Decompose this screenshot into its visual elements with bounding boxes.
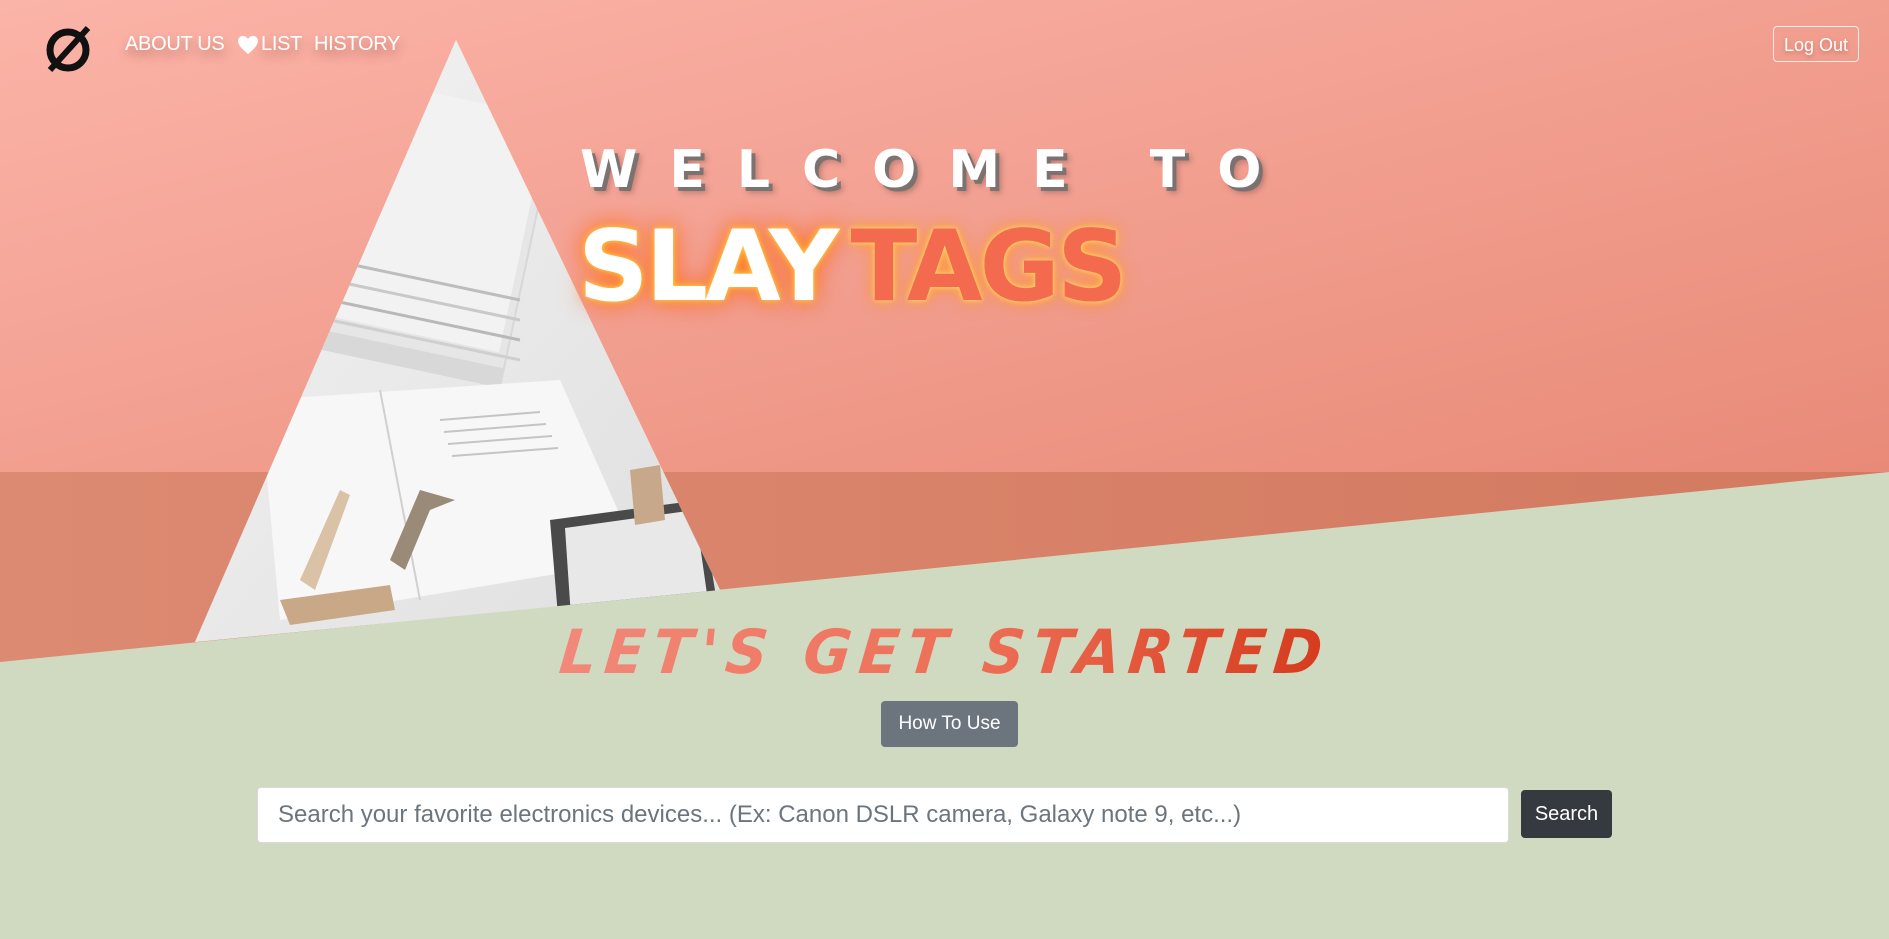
logout-button[interactable]: Log Out bbox=[1772, 26, 1859, 62]
welcome-heading: WELCOME TO bbox=[580, 140, 1294, 200]
nav-list-label: LIST bbox=[261, 33, 303, 55]
brand-title: SLAY TAGS bbox=[578, 210, 1128, 324]
heart-icon bbox=[238, 35, 258, 54]
how-to-use-button[interactable]: How To Use bbox=[881, 701, 1018, 747]
brand-first-word: SLAY bbox=[578, 210, 839, 324]
navbar: ABOUT US LIST HISTORY Log Out bbox=[0, 0, 1889, 90]
nav-list[interactable]: LIST bbox=[237, 33, 302, 56]
slashed-circle-logo-icon[interactable] bbox=[40, 20, 96, 76]
get-started-heading: LET'S GET STARTED bbox=[555, 616, 1334, 688]
search-button[interactable]: Search bbox=[1521, 790, 1612, 838]
search-input[interactable] bbox=[257, 787, 1509, 843]
nav-about-us[interactable]: ABOUT US bbox=[125, 33, 225, 56]
brand-second-word: TAGS bbox=[850, 210, 1127, 324]
get-started-heading-wrap: LET'S GET STARTED bbox=[0, 616, 1889, 688]
nav-history[interactable]: HISTORY bbox=[314, 33, 400, 56]
